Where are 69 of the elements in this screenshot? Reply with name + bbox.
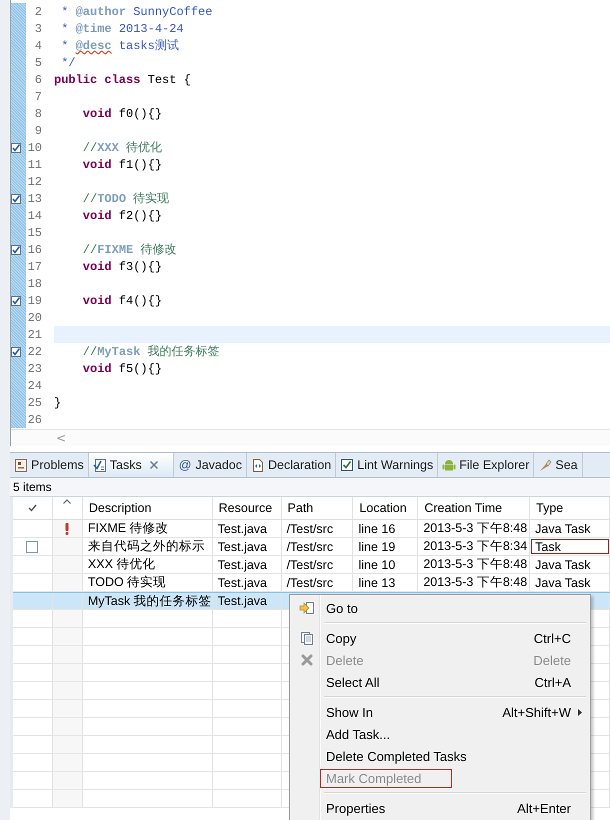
line-number: 23 xyxy=(26,362,42,376)
table-cell: line 10 xyxy=(358,558,396,572)
table-cell: /Test/src xyxy=(286,576,334,590)
line-number: 13 xyxy=(26,192,42,206)
line-number: 12 xyxy=(26,174,42,188)
table-cell: Task xyxy=(535,540,561,554)
table-cell: 2013-5-3 下午8:48 xyxy=(423,520,528,537)
code-line: void f3(){} xyxy=(82,260,162,274)
line-number: 21 xyxy=(26,328,42,342)
table-cell: 2013-5-3 下午8:48 xyxy=(423,556,528,573)
table-cell: Test.java xyxy=(218,540,268,554)
line-number: 18 xyxy=(26,276,42,290)
code-line: public class Test { xyxy=(54,72,191,86)
line-number: 22 xyxy=(26,344,42,358)
line-number: 24 xyxy=(26,378,42,392)
table-cell: line 16 xyxy=(358,522,396,536)
line-number: 4 xyxy=(34,38,42,52)
table-cell: Test.java xyxy=(218,594,268,608)
line-number: 11 xyxy=(26,158,42,172)
line-number: 26 xyxy=(26,412,42,426)
table-cell: Java Task xyxy=(535,576,590,590)
table-cell: /Test/src xyxy=(286,540,334,554)
line-number: 10 xyxy=(26,140,42,154)
line-number: 6 xyxy=(34,72,42,86)
code-line: void f1(){} xyxy=(82,158,162,172)
code-line: //TODO 待实现 xyxy=(82,191,170,207)
line-number: 16 xyxy=(26,242,42,256)
code-line: void f5(){} xyxy=(82,362,162,376)
table-cell: TODO 待实现 xyxy=(88,574,166,591)
table-cell: 2013-5-3 下午8:34 xyxy=(423,538,528,555)
table-cell: 2013-5-3 下午8:48 xyxy=(423,574,528,591)
code-line: */ xyxy=(60,56,76,70)
code-line: } xyxy=(54,396,62,410)
line-number: 15 xyxy=(26,226,42,240)
code-line: * @time 2013-4-24 xyxy=(60,22,184,36)
table-cell: XXX 待优化 xyxy=(88,556,156,573)
code-line: //XXX 待优化 xyxy=(82,140,162,156)
line-number: 9 xyxy=(34,124,42,138)
code-line: void f2(){} xyxy=(82,208,162,222)
code-line: void f4(){} xyxy=(82,294,162,308)
table-cell: FIXME 待修改 xyxy=(88,520,169,537)
code-line: void f0(){} xyxy=(82,106,162,120)
table-cell: Test.java xyxy=(218,576,268,590)
code-line: * @desc tasks测试 xyxy=(60,38,179,54)
table-cell: line 19 xyxy=(358,540,396,554)
code-line: //MyTask 我的任务标签 xyxy=(82,344,220,360)
table-cell: Test.java xyxy=(218,558,268,572)
table-cell: line 13 xyxy=(358,576,396,590)
line-number: 7 xyxy=(34,90,42,104)
at-sign-icon: @ xyxy=(178,458,192,472)
line-number: 2 xyxy=(34,4,42,18)
line-number: 19 xyxy=(26,294,42,308)
table-cell: Java Task xyxy=(535,558,590,572)
table-cell: Test.java xyxy=(218,522,268,536)
line-number: 3 xyxy=(34,22,42,36)
table-cell: Java Task xyxy=(535,522,590,536)
table-cell: /Test/src xyxy=(286,558,334,572)
table-cell: /Test/src xyxy=(286,522,334,536)
code-line: * @author SunnyCoffee xyxy=(60,4,212,18)
line-number: 25 xyxy=(26,396,42,410)
line-number: 5 xyxy=(34,56,42,70)
table-cell: 来自代码之外的标示 xyxy=(88,538,205,555)
item-count: 5 items xyxy=(10,478,610,497)
code-line: //FIXME 待修改 xyxy=(82,242,176,258)
line-number: 20 xyxy=(26,310,42,324)
line-number: 17 xyxy=(26,260,42,274)
line-number: 8 xyxy=(34,106,42,120)
line-number: 14 xyxy=(26,208,42,222)
table-cell: MyTask 我的任务标签 xyxy=(88,593,212,609)
